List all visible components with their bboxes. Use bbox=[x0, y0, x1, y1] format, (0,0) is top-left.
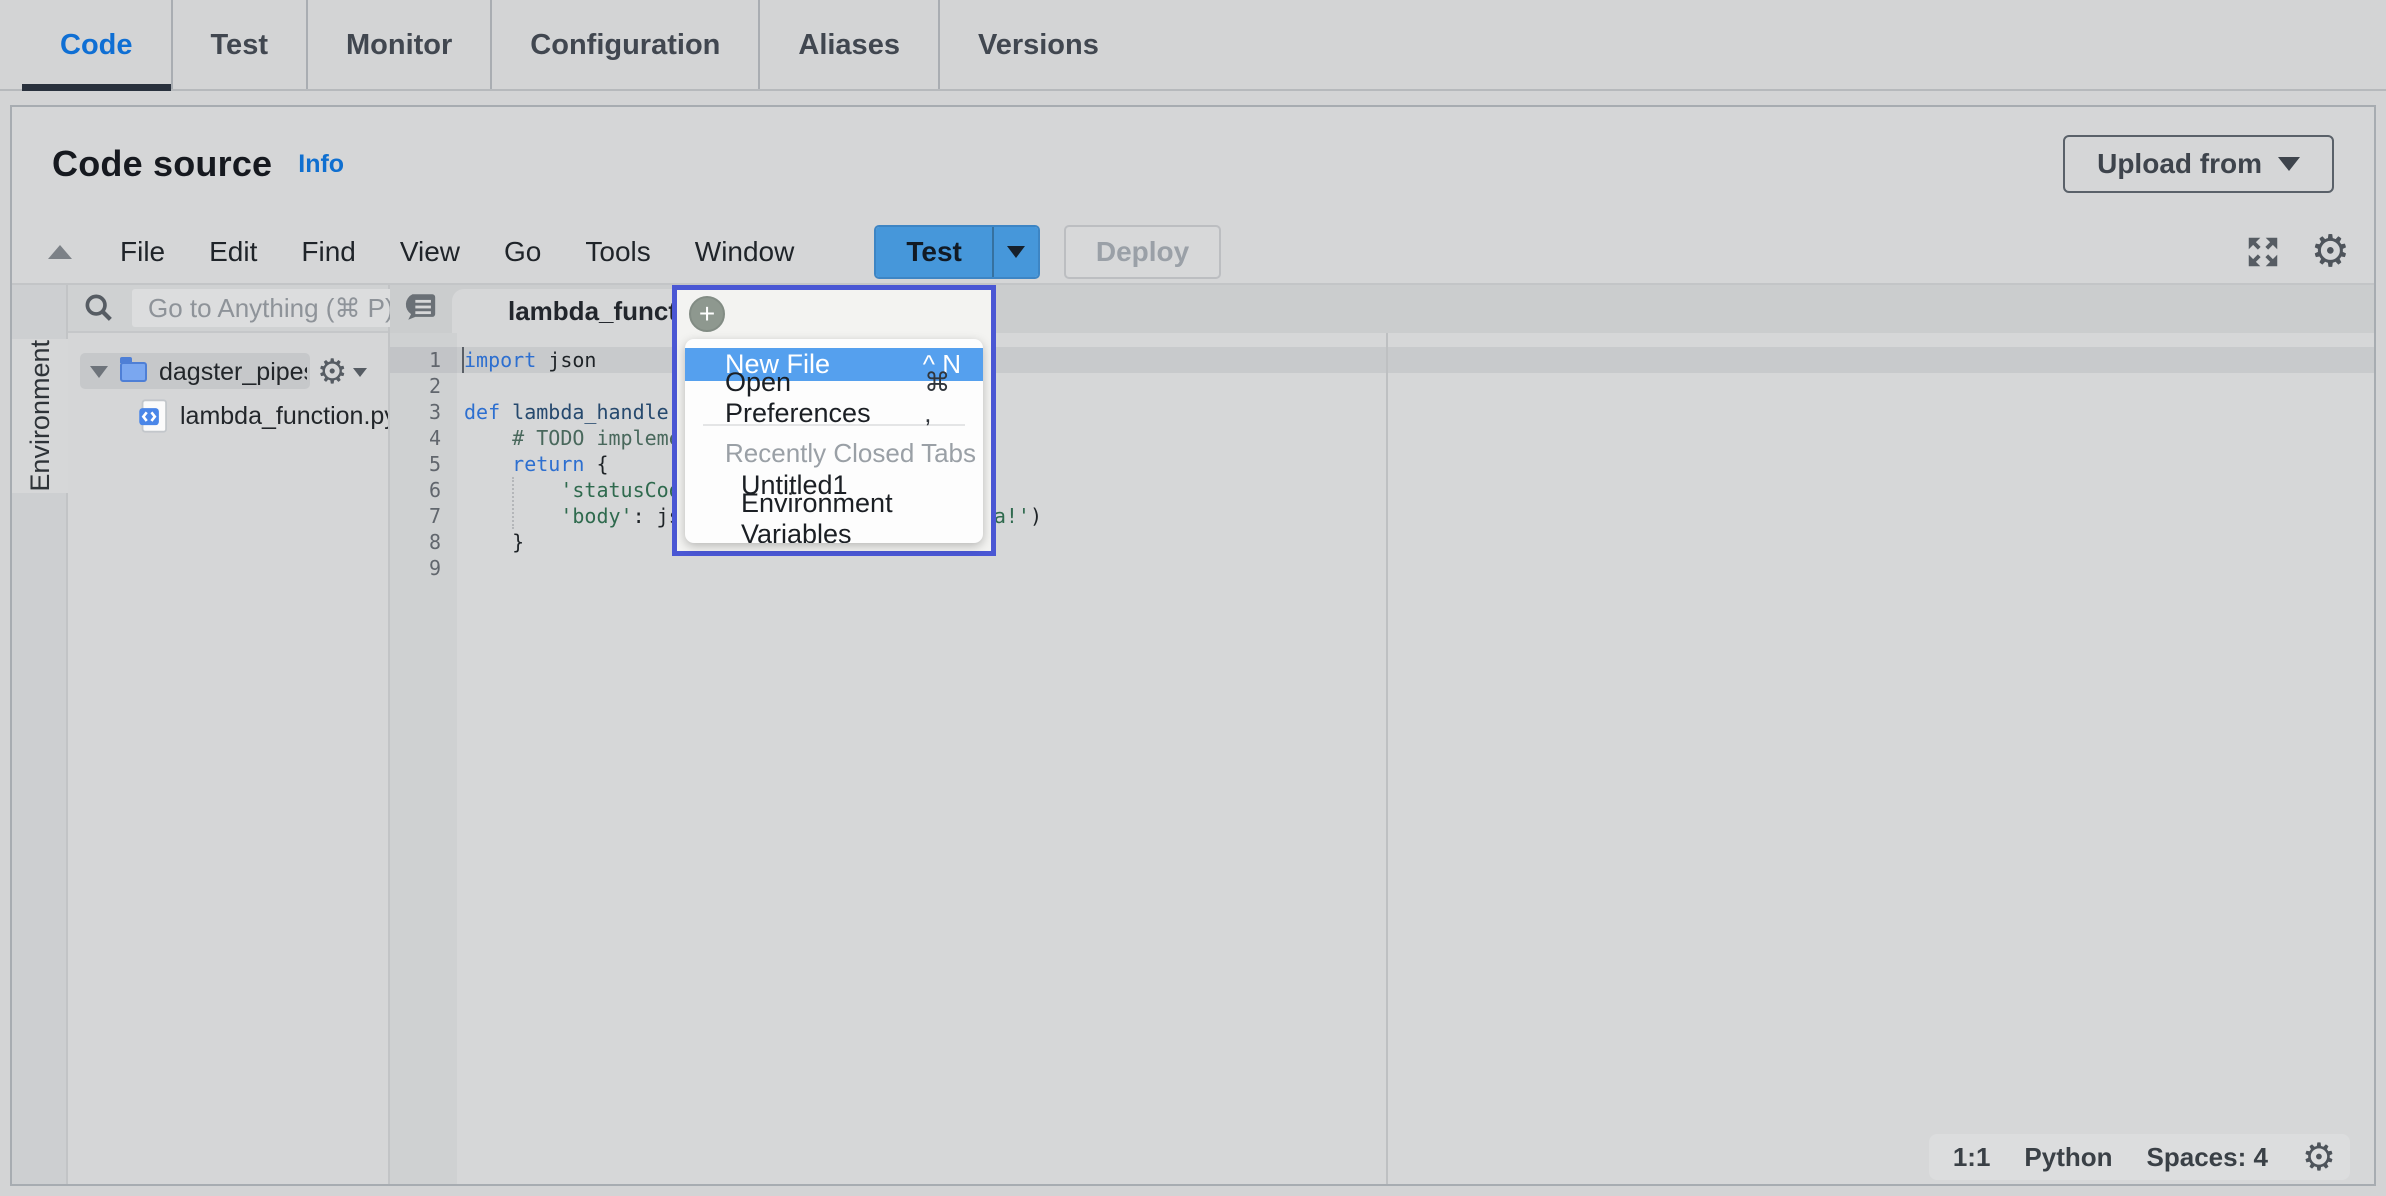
file-tree: dagster_pipes_funct ⚙ lam bbox=[68, 333, 388, 1184]
card-header: Code source Info Upload from bbox=[12, 107, 2374, 221]
aws-tab-aliases[interactable]: Aliases bbox=[758, 0, 938, 91]
editor-main-area: Environment dagster_pipes_func bbox=[12, 285, 2374, 1184]
upload-from-button[interactable]: Upload from bbox=[2063, 135, 2334, 193]
code-source-panel: Code source Info Upload from FileEditFin… bbox=[10, 105, 2376, 1186]
spaces-status[interactable]: Spaces: 4 bbox=[2147, 1142, 2268, 1173]
menu-window[interactable]: Window bbox=[673, 226, 817, 278]
recent-tab-environment-variables[interactable]: Environment Variables bbox=[685, 502, 983, 536]
search-icon bbox=[82, 291, 116, 325]
gear-icon: ⚙ bbox=[317, 355, 347, 389]
test-dropdown-button[interactable] bbox=[992, 227, 1038, 277]
menu-item-open-preferences[interactable]: Open Preferences⌘ , bbox=[685, 381, 983, 414]
deploy-button[interactable]: Deploy bbox=[1064, 225, 1221, 279]
status-settings-button[interactable]: ⚙ bbox=[2302, 1138, 2336, 1176]
go-to-anything-input[interactable] bbox=[132, 289, 422, 327]
menu-go[interactable]: Go bbox=[482, 226, 563, 278]
chevron-down-icon bbox=[1007, 246, 1025, 258]
chevron-down-icon bbox=[2278, 157, 2300, 171]
folder-settings-button[interactable]: ⚙ bbox=[317, 355, 367, 389]
folder-name: dagster_pipes_funct bbox=[159, 358, 307, 387]
text-cursor bbox=[462, 347, 464, 373]
recently-closed-list: Untitled1Environment Variables bbox=[685, 468, 983, 536]
add-tab-button[interactable]: + bbox=[689, 296, 725, 332]
upload-from-label: Upload from bbox=[2097, 148, 2262, 180]
search-row bbox=[68, 285, 388, 333]
aws-tab-test[interactable]: Test bbox=[171, 0, 306, 91]
disclosure-triangle-icon[interactable] bbox=[90, 366, 108, 378]
language-mode-status[interactable]: Python bbox=[2024, 1142, 2112, 1173]
environment-tab-label: Environment bbox=[25, 340, 56, 492]
menu-edit[interactable]: Edit bbox=[187, 226, 279, 278]
aws-tab-versions[interactable]: Versions bbox=[938, 0, 1137, 91]
tab-list-button[interactable] bbox=[404, 291, 438, 328]
menu-tools[interactable]: Tools bbox=[563, 226, 672, 278]
code-line bbox=[464, 555, 2374, 581]
page-title: Code source bbox=[52, 143, 272, 185]
test-split-button: Test bbox=[874, 225, 1040, 279]
cursor-position-status[interactable]: 1:1 bbox=[1953, 1142, 1991, 1173]
tab-list-icon bbox=[404, 291, 438, 323]
test-button[interactable]: Test bbox=[876, 227, 992, 277]
aws-tab-configuration[interactable]: Configuration bbox=[490, 0, 758, 91]
aws-console-tab-bar: CodeTestMonitorConfigurationAliasesVersi… bbox=[0, 0, 2386, 91]
collapse-panel-icon[interactable] bbox=[48, 245, 72, 259]
python-file-icon bbox=[138, 399, 168, 433]
tree-item-folder[interactable]: dagster_pipes_funct ⚙ bbox=[68, 355, 388, 389]
gear-icon: ⚙ bbox=[2311, 230, 2350, 274]
new-tab-dropdown: + New File^ NOpen Preferences⌘ , Recentl… bbox=[672, 285, 996, 556]
aws-tab-monitor[interactable]: Monitor bbox=[306, 0, 490, 91]
menu-find[interactable]: Find bbox=[279, 226, 377, 278]
file-name: lambda_function.py bbox=[180, 402, 388, 431]
environment-side-tab[interactable]: Environment bbox=[12, 339, 68, 493]
aws-tab-code[interactable]: Code bbox=[22, 0, 171, 91]
shortcut-hint: ⌘ , bbox=[924, 367, 961, 429]
folder-icon bbox=[120, 362, 147, 382]
fullscreen-button[interactable] bbox=[2245, 234, 2281, 270]
file-explorer-panel: dagster_pipes_funct ⚙ lam bbox=[68, 285, 390, 1184]
info-link[interactable]: Info bbox=[298, 150, 344, 179]
fullscreen-icon bbox=[2245, 234, 2281, 270]
tree-item-file[interactable]: lambda_function.py bbox=[68, 399, 388, 433]
recently-closed-tabs-header: Recently Closed Tabs bbox=[685, 438, 983, 468]
editor-settings-button[interactable]: ⚙ bbox=[2311, 230, 2350, 274]
chevron-down-icon bbox=[353, 368, 367, 377]
editor-menu-bar: FileEditFindViewGoToolsWindow Test Deplo… bbox=[12, 221, 2374, 285]
menu-view[interactable]: View bbox=[378, 226, 482, 278]
lambda-console-page: CodeTestMonitorConfigurationAliasesVersi… bbox=[0, 0, 2386, 1196]
menu-file[interactable]: File bbox=[98, 226, 187, 278]
dropdown-items: New File^ NOpen Preferences⌘ , bbox=[685, 348, 983, 414]
dropdown-menu: New File^ NOpen Preferences⌘ , Recently … bbox=[685, 339, 983, 543]
menu-items: FileEditFindViewGoToolsWindow bbox=[98, 226, 816, 278]
editor-status-bar: 1:1 Python Spaces: 4 ⚙ bbox=[1929, 1134, 2350, 1180]
left-rail: Environment bbox=[12, 285, 68, 1184]
